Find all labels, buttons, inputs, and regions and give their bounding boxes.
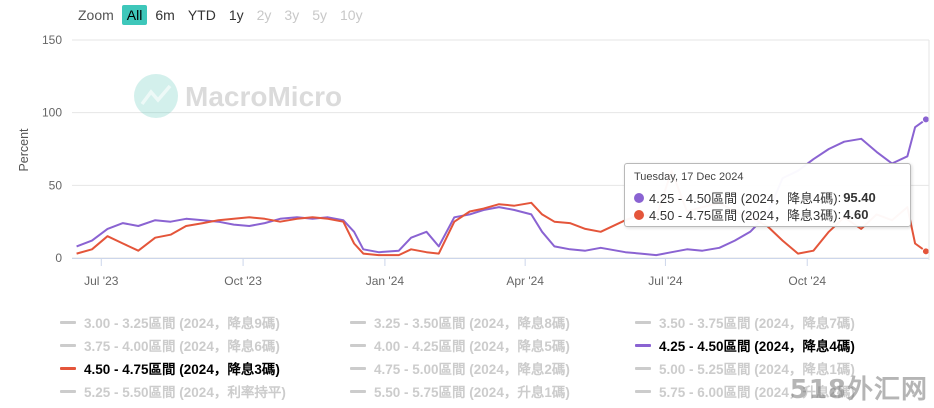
legend-label: 3.50 - 3.75區間 (2024，降息7碼) [659, 316, 855, 331]
macromicro-watermark: MacroMicro [134, 74, 342, 118]
legend-label: 3.00 - 3.25區間 (2024，降息9碼) [84, 316, 280, 331]
x-tick-label: Jul '23 [84, 274, 119, 288]
legend-swatch [350, 366, 366, 370]
legend-swatch [350, 389, 366, 393]
legend-label: 4.50 - 4.75區間 (2024，降息3碼) [84, 362, 280, 377]
legend-swatch [350, 343, 366, 347]
x-tick-label: Jan '24 [366, 274, 405, 288]
zoom-10y-button[interactable]: 10y [335, 5, 368, 25]
x-tick-label: Oct '24 [788, 274, 826, 288]
legend-swatch [635, 366, 651, 370]
y-tick-label: 100 [42, 106, 62, 120]
y-tick-label: 50 [49, 178, 63, 192]
legend-label: 4.25 - 4.50區間 (2024，降息4碼) [659, 339, 855, 354]
legend-item[interactable]: 5.50 - 5.75區間 (2024，升息1碼) [350, 381, 570, 401]
y-axis: 0 50 100 150 [42, 33, 62, 265]
legend-item[interactable]: 3.25 - 3.50區間 (2024，降息8碼) [350, 312, 570, 332]
legend-swatch [60, 343, 76, 347]
chart-tooltip: Tuesday, 17 Dec 2024 4.25 - 4.50區間 (2024… [624, 163, 911, 227]
x-axis: Jul '23 Oct '23 Jan '24 Apr '24 Jul '24 Oct '… [72, 258, 929, 288]
legend-swatch [635, 389, 651, 393]
zoom-5y-button[interactable]: 5y [307, 5, 332, 25]
legend-label: 4.75 - 5.00區間 (2024，降息2碼) [374, 362, 570, 377]
legend-swatch [635, 343, 651, 347]
x-tick-label: Jul '24 [648, 274, 683, 288]
zoom-1y-button[interactable]: 1y [224, 5, 249, 25]
legend-swatch [635, 320, 651, 324]
x-tick-label: Oct '23 [224, 274, 262, 288]
tooltip-row: 4.50 - 4.75區間 (2024，降息3碼): 4.60 [634, 205, 869, 224]
legend-item[interactable]: 4.50 - 4.75區間 (2024，降息3碼) [60, 358, 280, 378]
zoom-bar: Zoom All 6m YTD 1y 2y 3y 5y 10y [78, 4, 371, 26]
tooltip-marker-dot [634, 192, 644, 203]
legend-item[interactable]: 3.50 - 3.75區間 (2024，降息7碼) [635, 312, 855, 332]
legend-label: 3.75 - 4.00區間 (2024，降息6碼) [84, 339, 280, 354]
zoom-ytd-button[interactable]: YTD [183, 5, 221, 25]
legend-item[interactable]: 4.25 - 4.50區間 (2024，降息4碼) [635, 335, 855, 355]
legend-item[interactable]: 3.75 - 4.00區間 (2024，降息6碼) [60, 335, 280, 355]
legend-label: 4.00 - 4.25區間 (2024，降息5碼) [374, 339, 570, 354]
legend-label: 3.25 - 3.50區間 (2024，降息8碼) [374, 316, 570, 331]
tooltip-series-label: 4.50 - 4.75區間 (2024，降息3碼) [649, 208, 838, 223]
corner-watermark: 518外汇网 [789, 375, 928, 405]
legend-item[interactable]: 3.00 - 3.25區間 (2024，降息9碼) [60, 312, 280, 332]
x-tick-label: Apr '24 [506, 274, 544, 288]
zoom-label: Zoom [78, 7, 114, 23]
zoom-2y-button[interactable]: 2y [252, 5, 277, 25]
legend-label: 5.25 - 5.50區間 (2024，利率持平) [84, 385, 286, 400]
tooltip-series-value: 95.40 [843, 190, 876, 205]
legend-item[interactable]: 4.00 - 4.25區間 (2024，降息5碼) [350, 335, 570, 355]
legend-swatch [60, 389, 76, 393]
legend-swatch [60, 366, 76, 370]
zoom-6m-button[interactable]: 6m [150, 5, 179, 25]
series-end-point [921, 115, 930, 124]
y-axis-label: Percent [17, 128, 31, 172]
legend-swatch [350, 320, 366, 324]
watermark-text: MacroMicro [185, 81, 342, 112]
tooltip-marker-dot [634, 209, 644, 220]
y-tick-label: 0 [55, 251, 62, 265]
zoom-3y-button[interactable]: 3y [279, 5, 304, 25]
zoom-all-button[interactable]: All [121, 5, 148, 25]
series-end-point [921, 247, 930, 256]
legend-item[interactable]: 5.25 - 5.50區間 (2024，利率持平) [60, 381, 286, 401]
tooltip-series-value: 4.60 [843, 207, 869, 222]
legend-label: 5.50 - 5.75區間 (2024，升息1碼) [374, 385, 570, 400]
legend-item[interactable]: 4.75 - 5.00區間 (2024，降息2碼) [350, 358, 570, 378]
y-tick-label: 150 [42, 33, 62, 47]
tooltip-date: Tuesday, 17 Dec 2024 [634, 171, 744, 183]
legend-swatch [60, 320, 76, 324]
